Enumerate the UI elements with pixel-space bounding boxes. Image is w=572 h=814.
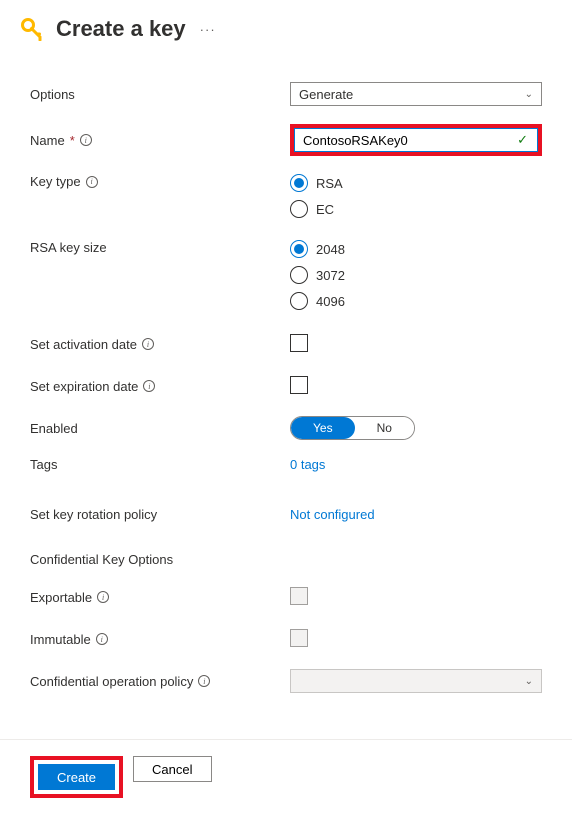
rsakeysize-radiogroup: 2048 3072 4096 — [290, 240, 542, 310]
confidential-op-policy-label: Confidential operation policy i — [30, 674, 290, 689]
footer: Create Cancel — [0, 740, 572, 814]
create-highlight: Create — [30, 756, 123, 798]
rsakeysize-radio-2048[interactable]: 2048 — [290, 240, 542, 258]
immutable-label: Immutable i — [30, 632, 290, 647]
cancel-button[interactable]: Cancel — [133, 756, 211, 782]
info-icon[interactable]: i — [198, 675, 210, 687]
key-icon — [20, 17, 44, 41]
info-icon[interactable]: i — [96, 633, 108, 645]
keytype-radio-ec[interactable]: EC — [290, 200, 542, 218]
confidential-op-policy-select: ⌄ — [290, 669, 542, 693]
info-icon[interactable]: i — [86, 176, 98, 188]
info-icon[interactable]: i — [142, 338, 154, 350]
exportable-checkbox[interactable] — [290, 587, 308, 605]
confidential-heading: Confidential Key Options — [30, 552, 542, 567]
options-select[interactable]: Generate ⌄ — [290, 82, 542, 106]
more-actions-button[interactable]: ··· — [200, 22, 216, 37]
keytype-radiogroup: RSA EC — [290, 174, 542, 218]
info-icon[interactable]: i — [80, 134, 92, 146]
keytype-label: Key type i — [30, 174, 290, 189]
exportable-label: Exportable i — [30, 590, 290, 605]
page-title: Create a key — [56, 16, 186, 42]
rsakeysize-label: RSA key size — [30, 240, 290, 255]
immutable-checkbox[interactable] — [290, 629, 308, 647]
enabled-toggle-yes[interactable]: Yes — [291, 417, 355, 439]
create-button[interactable]: Create — [38, 764, 115, 790]
activation-date-checkbox[interactable] — [290, 334, 308, 352]
enabled-toggle[interactable]: Yes No — [290, 416, 415, 440]
rotation-label: Set key rotation policy — [30, 507, 290, 522]
expiration-date-checkbox[interactable] — [290, 376, 308, 394]
rotation-link[interactable]: Not configured — [290, 507, 375, 522]
keytype-radio-rsa[interactable]: RSA — [290, 174, 542, 192]
rsakeysize-radio-4096[interactable]: 4096 — [290, 292, 542, 310]
enabled-toggle-no[interactable]: No — [355, 417, 414, 439]
chevron-down-icon: ⌄ — [525, 676, 533, 687]
chevron-down-icon: ⌄ — [525, 89, 533, 100]
page-header: Create a key ··· — [0, 0, 572, 52]
enabled-label: Enabled — [30, 421, 290, 436]
tags-label: Tags — [30, 457, 290, 472]
info-icon[interactable]: i — [97, 591, 109, 603]
required-indicator: * — [70, 133, 75, 148]
rsakeysize-radio-3072[interactable]: 3072 — [290, 266, 542, 284]
name-label: Name * i — [30, 133, 290, 148]
name-input[interactable] — [294, 128, 538, 152]
info-icon[interactable]: i — [143, 380, 155, 392]
options-select-value: Generate — [299, 87, 353, 102]
expiration-date-label: Set expiration date i — [30, 379, 290, 394]
name-highlight: ✓ — [290, 124, 542, 156]
tags-link[interactable]: 0 tags — [290, 457, 325, 472]
options-label: Options — [30, 87, 290, 102]
form-content: Options Generate ⌄ Name * i ✓ Key type — [0, 52, 572, 721]
activation-date-label: Set activation date i — [30, 337, 290, 352]
